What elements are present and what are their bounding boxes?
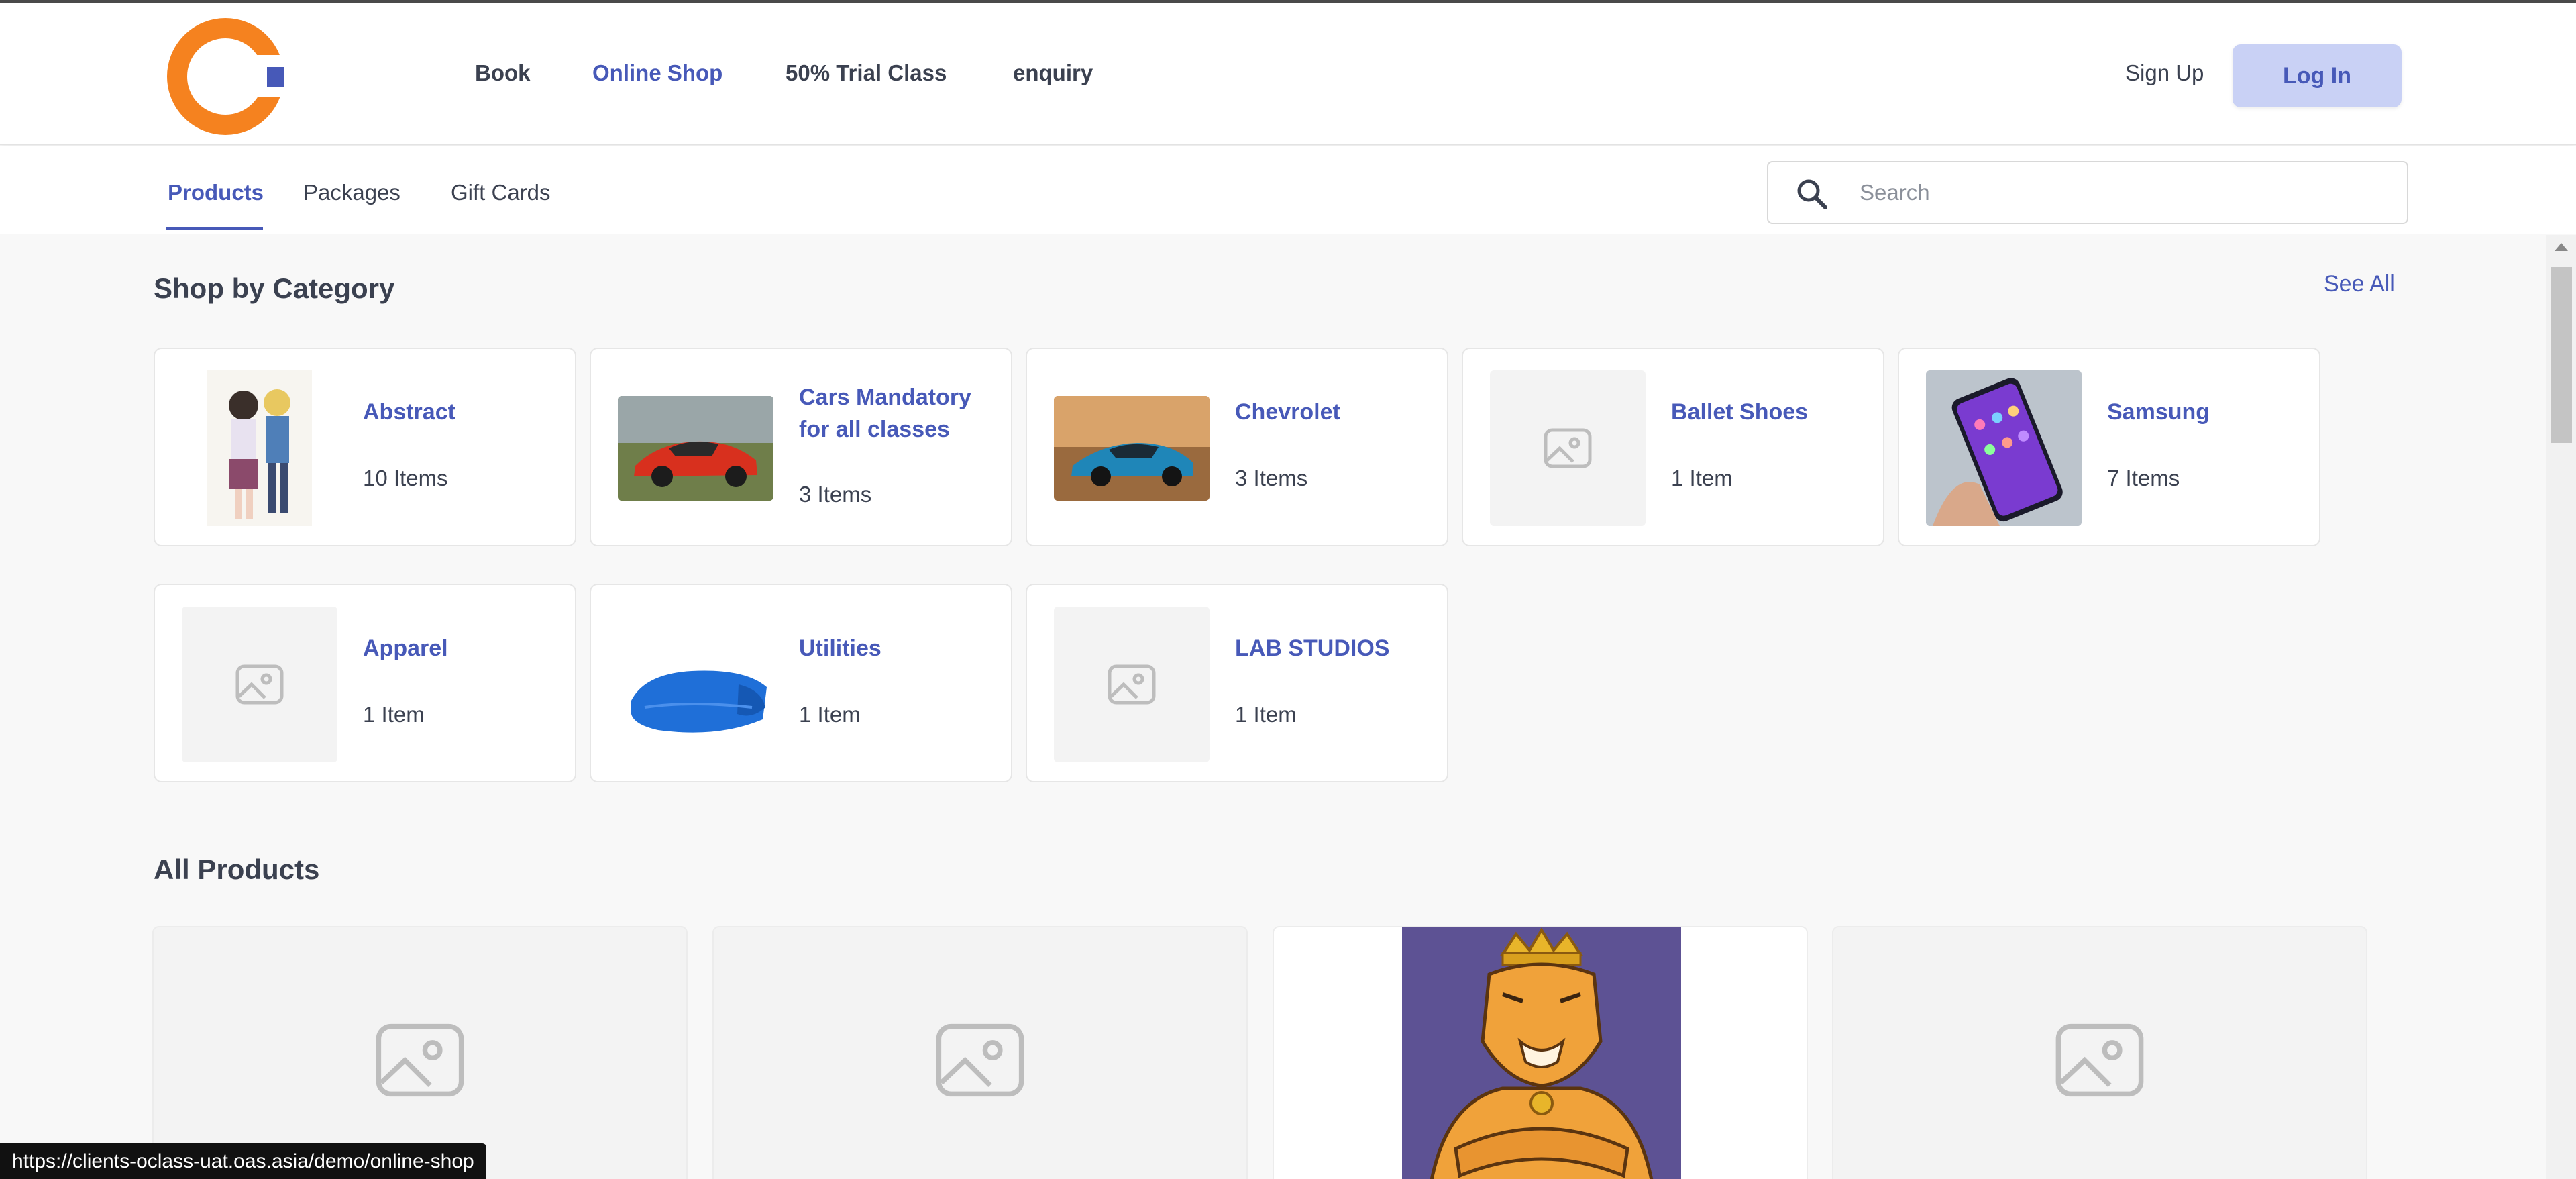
category-count: 1 Item bbox=[1235, 702, 1297, 727]
crowned-tiger-image bbox=[1402, 927, 1681, 1179]
category-card-apparel[interactable]: Apparel 1 Item bbox=[154, 584, 576, 782]
nav-enquiry[interactable]: enquiry bbox=[1013, 60, 1093, 86]
sign-up-link[interactable]: Sign Up bbox=[2125, 60, 2204, 86]
product-card[interactable] bbox=[712, 926, 1248, 1179]
brand-logo-icon[interactable] bbox=[166, 17, 292, 136]
placeholder-image-icon bbox=[376, 1023, 464, 1097]
category-card-ballet-shoes[interactable]: Ballet Shoes 1 Item bbox=[1462, 348, 1884, 546]
nav-trial-class[interactable]: 50% Trial Class bbox=[786, 60, 947, 86]
log-in-button[interactable]: Log In bbox=[2233, 44, 2402, 107]
blue-towel-image bbox=[618, 607, 773, 762]
scroll-up-arrow-icon[interactable] bbox=[2555, 243, 2568, 251]
placeholder-image-icon bbox=[182, 607, 337, 762]
site-header: Book Online Shop 50% Trial Class enquiry… bbox=[0, 3, 2576, 145]
red-sports-car-image bbox=[618, 396, 773, 501]
tab-packages[interactable]: Packages bbox=[303, 180, 400, 205]
category-count: 3 Items bbox=[799, 482, 872, 507]
category-count: 1 Item bbox=[1671, 466, 1733, 491]
product-card[interactable] bbox=[152, 926, 688, 1179]
category-name: Ballet Shoes bbox=[1671, 399, 1809, 425]
search-input[interactable] bbox=[1860, 162, 2383, 223]
category-name: Abstract bbox=[363, 399, 455, 425]
category-card-samsung[interactable]: Samsung 7 Items bbox=[1898, 348, 2320, 546]
tab-products[interactable]: Products bbox=[168, 180, 264, 205]
category-name: Samsung bbox=[2107, 399, 2210, 425]
search-icon[interactable] bbox=[1795, 177, 1829, 211]
blue-sports-car-image bbox=[1054, 396, 1210, 501]
category-card-utilities[interactable]: Utilities 1 Item bbox=[590, 584, 1012, 782]
tab-gift-cards[interactable]: Gift Cards bbox=[451, 180, 551, 205]
category-name: Chevrolet bbox=[1235, 399, 1340, 425]
placeholder-image-icon bbox=[2055, 1023, 2144, 1097]
category-count: 7 Items bbox=[2107, 466, 2180, 491]
category-card-abstract[interactable]: Abstract 10 Items bbox=[154, 348, 576, 546]
active-tab-indicator bbox=[166, 227, 263, 230]
see-all-link[interactable]: See All bbox=[2324, 271, 2395, 297]
category-count: 1 Item bbox=[363, 702, 425, 727]
placeholder-image-icon bbox=[936, 1023, 1024, 1097]
category-count: 1 Item bbox=[799, 702, 861, 727]
category-name: LAB STUDIOS bbox=[1235, 635, 1390, 661]
shop-subnav: Products Packages Gift Cards bbox=[0, 146, 2576, 234]
category-card-lab-studios[interactable]: LAB STUDIOS 1 Item bbox=[1026, 584, 1448, 782]
placeholder-image-icon bbox=[1490, 370, 1646, 526]
page-scrollbar[interactable] bbox=[2546, 235, 2576, 1179]
shop-by-category-title: Shop by Category bbox=[154, 272, 395, 304]
category-card-chevrolet[interactable]: Chevrolet 3 Items bbox=[1026, 348, 1448, 546]
status-bar-url: https://clients-oclass-uat.oas.asia/demo… bbox=[0, 1143, 486, 1179]
category-name: Cars Mandatory for all classes bbox=[799, 385, 971, 442]
placeholder-image-icon bbox=[1054, 607, 1210, 762]
nav-online-shop[interactable]: Online Shop bbox=[592, 60, 722, 86]
search-box[interactable] bbox=[1767, 161, 2408, 224]
category-name: Utilities bbox=[799, 635, 881, 661]
all-products-title: All Products bbox=[154, 854, 320, 885]
manga-cover-image bbox=[182, 370, 337, 526]
category-card-cars[interactable]: Cars Mandatory for all classes 3 Items bbox=[590, 348, 1012, 546]
scrollbar-thumb[interactable] bbox=[2551, 267, 2572, 443]
smartphone-image bbox=[1926, 370, 2082, 526]
category-count: 3 Items bbox=[1235, 466, 1308, 491]
product-card[interactable] bbox=[1273, 926, 1808, 1179]
category-count: 10 Items bbox=[363, 466, 448, 491]
nav-book[interactable]: Book bbox=[475, 60, 531, 86]
category-name: Apparel bbox=[363, 635, 448, 661]
product-card[interactable] bbox=[1832, 926, 2367, 1179]
